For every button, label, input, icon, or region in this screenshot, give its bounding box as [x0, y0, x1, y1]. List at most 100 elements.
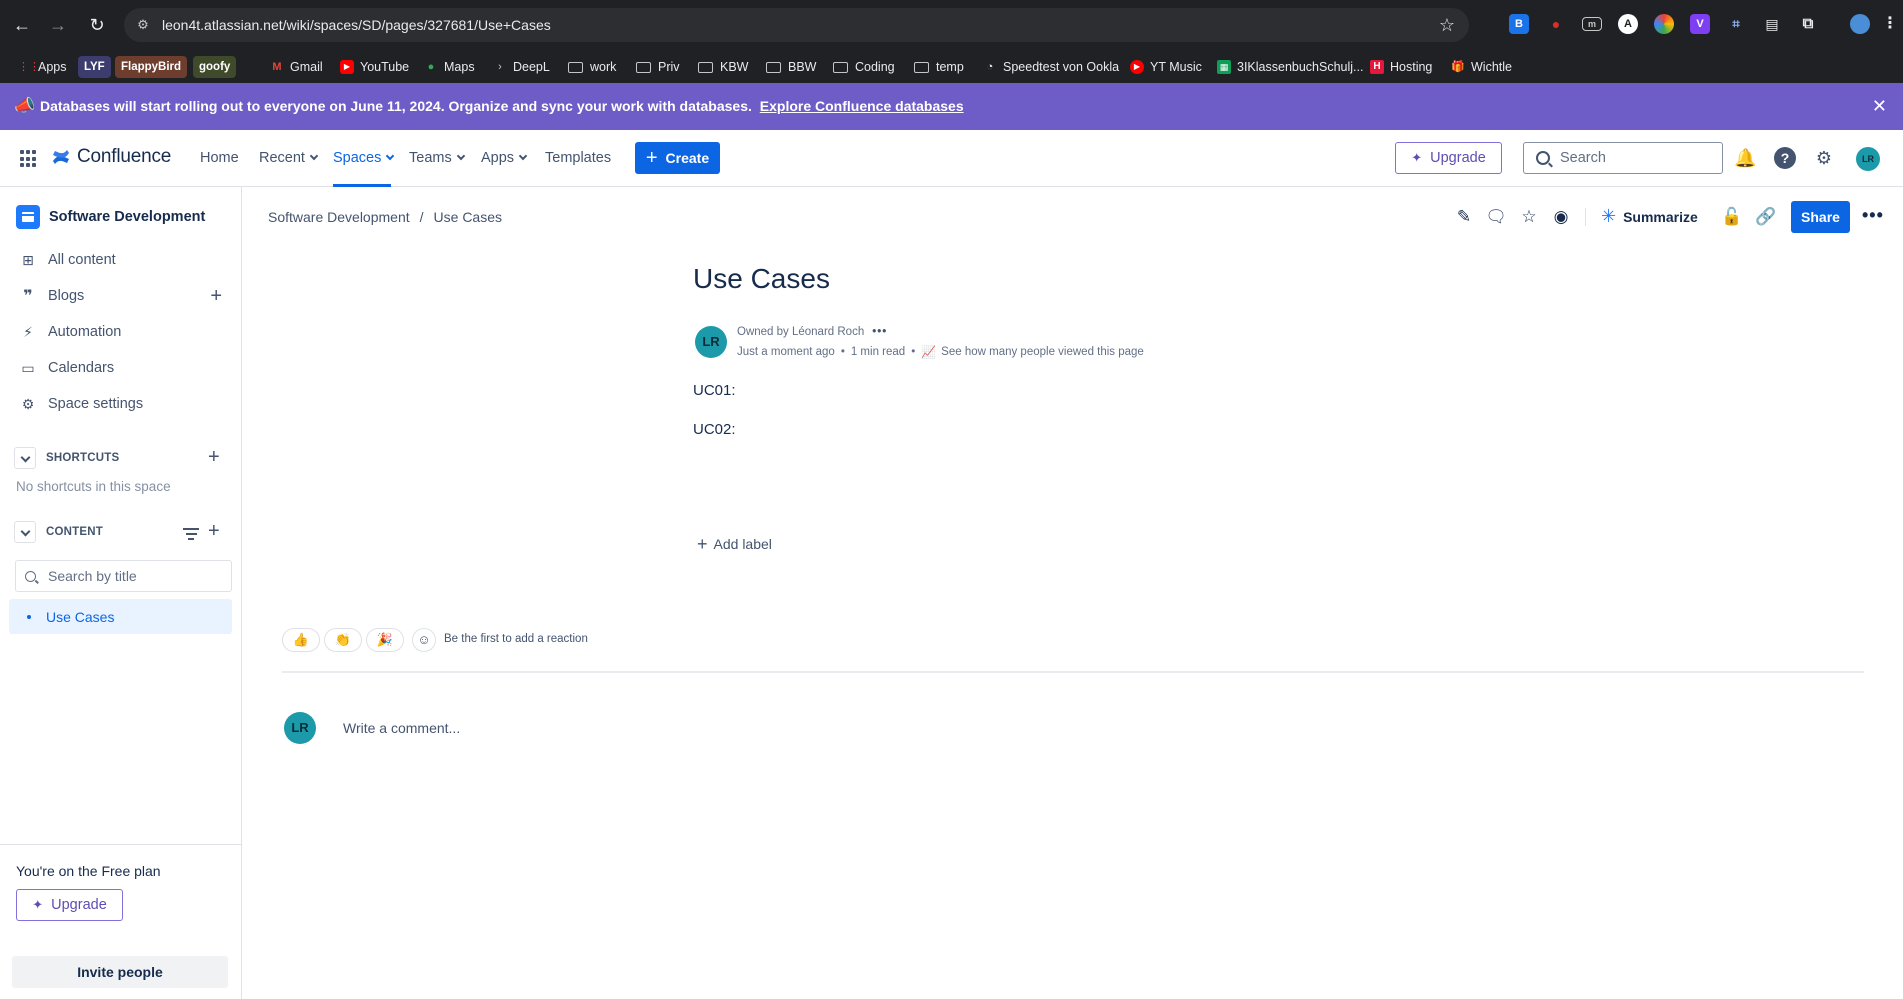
page-title: Use Cases	[693, 263, 830, 294]
upgrade-button[interactable]: ✦ Upgrade	[1395, 142, 1502, 174]
breadcrumb: Software Development / Use Cases	[268, 209, 502, 225]
upgrade-button[interactable]: ✦ Upgrade	[16, 889, 123, 921]
bookmark-hosting[interactable]: H Hosting	[1370, 56, 1432, 78]
sidebar-item-automation[interactable]: ⚡ Automation	[0, 315, 240, 349]
extension-record-icon[interactable]: ●	[1546, 14, 1566, 34]
comment-input[interactable]: Write a comment...	[343, 720, 460, 736]
chevron-down-icon[interactable]	[14, 521, 36, 543]
add-reaction-smiley-icon[interactable]: ☺	[412, 628, 436, 652]
help-icon[interactable]: ?	[1774, 147, 1796, 169]
bookmark-goofy[interactable]: goofy	[193, 56, 237, 78]
sidebar: Software Development ⊞ All content ❞ Blogs…	[0, 187, 242, 999]
shortcuts-section-header[interactable]: SHORTCUTS	[14, 447, 119, 469]
body-paragraph: UC02:	[693, 421, 736, 438]
filter-icon[interactable]	[183, 528, 199, 543]
nav-teams[interactable]: Teams	[409, 150, 465, 166]
youtube-icon: ▶	[340, 60, 354, 74]
nav-recent[interactable]: Recent	[259, 150, 319, 166]
content-section-header[interactable]: CONTENT	[14, 521, 103, 543]
bullet-icon	[27, 614, 31, 619]
reaction-clap[interactable]: 👏	[324, 628, 362, 652]
more-actions-icon[interactable]: •••	[1862, 205, 1884, 226]
create-button[interactable]: + Create	[635, 142, 720, 174]
bookmark-maps[interactable]: ● Maps	[424, 56, 475, 78]
bookmark-flappybird[interactable]: FlappyBird	[115, 56, 188, 78]
tree-item-use-cases[interactable]: Use Cases	[9, 599, 232, 634]
watch-eye-icon[interactable]: ◉	[1549, 205, 1573, 229]
bookmark-star-icon[interactable]: ☆	[1439, 14, 1455, 36]
nav-apps[interactable]: Apps	[481, 150, 528, 166]
breadcrumb-space-link[interactable]: Software Development	[268, 209, 410, 225]
bookmark-klassenbuch[interactable]: ▦ 3IKlassenbuchSchulj...	[1217, 56, 1363, 78]
reload-icon[interactable]: ↻	[84, 12, 110, 38]
avatar[interactable]: LR	[1856, 147, 1880, 171]
menu-kebab-icon[interactable]: ⋮	[1880, 14, 1900, 34]
search-by-title-input[interactable]: Search by title	[15, 560, 232, 592]
edit-pencil-icon[interactable]: ✎	[1452, 205, 1476, 229]
bookmark-ytmusic[interactable]: ▶ YT Music	[1130, 56, 1202, 78]
star-icon[interactable]: ☆	[1517, 205, 1541, 229]
reaction-party[interactable]: 🎉	[366, 628, 404, 652]
page-metadata: Just a moment ago • 1 min read • 📈 See how…	[737, 345, 1144, 359]
summarize-button[interactable]: ✳ Summarize	[1601, 206, 1698, 227]
bookmark-folder-work[interactable]: work	[568, 56, 616, 78]
site-info-icon[interactable]: ⚙	[134, 16, 152, 34]
reaction-thumbs-up[interactable]: 👍	[282, 628, 320, 652]
body-paragraph: UC01:	[693, 382, 736, 399]
share-button[interactable]: Share	[1791, 201, 1850, 233]
add-shortcut-plus-icon[interactable]: +	[208, 446, 220, 469]
extension-doc-icon[interactable]: ▤	[1762, 14, 1782, 34]
extension-m-icon[interactable]: m	[1582, 17, 1602, 31]
bookmark-folder-coding[interactable]: Coding	[833, 56, 895, 78]
bookmark-deepl[interactable]: › DeepL	[493, 56, 550, 78]
sidebar-item-blogs[interactable]: ❞ Blogs +	[0, 279, 240, 313]
bookmark-lyf[interactable]: LYF	[78, 56, 111, 78]
notifications-bell-icon[interactable]: 🔔	[1734, 147, 1756, 169]
nav-spaces[interactable]: Spaces	[333, 150, 395, 166]
bookmark-speedtest[interactable]: ◔ Speedtest von Ookla	[983, 56, 1119, 78]
extension-bitwarden-icon[interactable]: B	[1509, 14, 1529, 34]
bookmark-youtube[interactable]: ▶ YouTube	[340, 56, 409, 78]
extension-color-icon[interactable]	[1654, 14, 1674, 34]
address-bar[interactable]: ⚙ leon4t.atlassian.net/wiki/spaces/SD/pa…	[124, 8, 1469, 42]
forward-icon[interactable]: →	[45, 12, 71, 38]
more-icon[interactable]: •••	[872, 326, 887, 338]
bookmark-folder-kbw[interactable]: KBW	[698, 56, 748, 78]
add-label-button[interactable]: + Add label	[697, 535, 772, 553]
comment-icon[interactable]: 🗨	[1484, 205, 1508, 229]
profile-icon[interactable]	[1850, 14, 1870, 34]
nav-templates[interactable]: Templates	[545, 150, 611, 166]
back-icon[interactable]: ←	[9, 12, 35, 38]
sidebar-item-calendars[interactable]: ▭ Calendars	[0, 351, 240, 385]
breadcrumb-page-link[interactable]: Use Cases	[434, 209, 502, 225]
app-switcher-icon[interactable]	[20, 150, 38, 168]
add-content-plus-icon[interactable]: +	[208, 520, 220, 543]
extension-v-icon[interactable]: V	[1690, 14, 1710, 34]
chevron-down-icon[interactable]	[14, 447, 36, 469]
extension-a-icon[interactable]: A	[1618, 14, 1638, 34]
author-avatar[interactable]: LR	[695, 326, 727, 358]
nav-home[interactable]: Home	[200, 150, 239, 166]
bookmark-apps[interactable]: ⋮⋮ Apps	[18, 56, 67, 78]
url-text[interactable]: leon4t.atlassian.net/wiki/spaces/SD/page…	[162, 16, 551, 34]
copy-link-icon[interactable]: 🔗	[1754, 205, 1778, 229]
bookmark-wichtle[interactable]: 🎁 Wichtle	[1451, 56, 1512, 78]
restrictions-lock-icon[interactable]: 🔓	[1720, 205, 1744, 229]
space-header[interactable]: Software Development	[16, 205, 205, 229]
explore-databases-link[interactable]: Explore Confluence databases	[760, 98, 964, 114]
invite-people-button[interactable]: Invite people	[12, 956, 228, 988]
sidebar-item-space-settings[interactable]: ⚙ Space settings	[0, 387, 240, 421]
add-blog-plus-icon[interactable]: +	[210, 286, 222, 306]
page-views-link[interactable]: See how many people viewed this page	[941, 346, 1144, 358]
bookmark-folder-priv[interactable]: Priv	[636, 56, 680, 78]
bookmark-folder-temp[interactable]: temp	[914, 56, 964, 78]
extensions-puzzle-icon[interactable]: ⧉	[1798, 14, 1818, 34]
search-input[interactable]: Search	[1523, 142, 1723, 174]
settings-gear-icon[interactable]: ⚙	[1813, 147, 1835, 169]
sidebar-item-all-content[interactable]: ⊞ All content	[0, 243, 240, 277]
bookmark-gmail[interactable]: M Gmail	[270, 56, 322, 78]
extension-grid-icon[interactable]: ⌗	[1726, 14, 1746, 34]
close-icon[interactable]: ✕	[1872, 96, 1887, 117]
bookmark-folder-bbw[interactable]: BBW	[766, 56, 816, 78]
confluence-logo[interactable]: Confluence	[51, 146, 171, 168]
